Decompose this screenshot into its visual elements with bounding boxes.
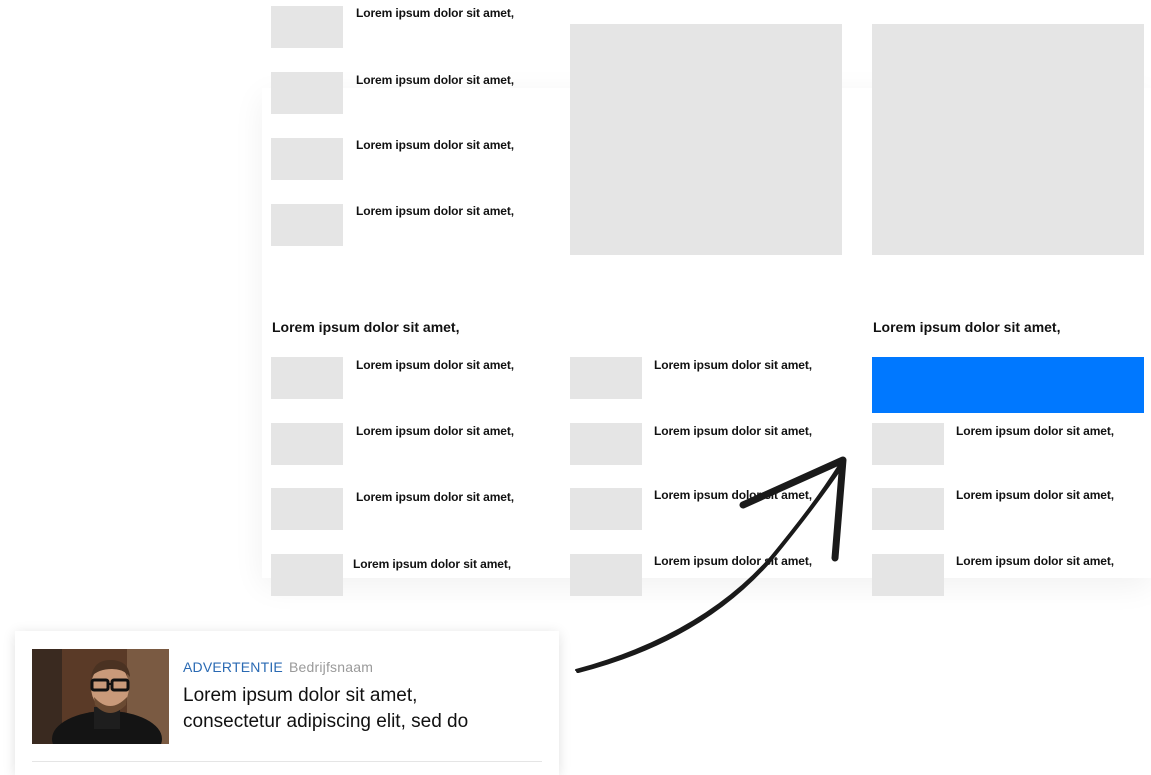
list-thumbnail[interactable] (271, 72, 343, 114)
section-heading[interactable]: Lorem ipsum dolor sit amet, (272, 319, 459, 335)
list-thumbnail[interactable] (271, 204, 343, 246)
ad-headline[interactable]: Lorem ipsum dolor sit amet, consectetur … (183, 683, 543, 735)
list-thumbnail[interactable] (271, 423, 343, 465)
list-item-title[interactable]: Lorem ipsum dolor sit amet, (356, 73, 514, 87)
ad-meta: ADVERTENTIE Bedrijfsnaam (183, 659, 373, 675)
section-heading[interactable]: Lorem ipsum dolor sit amet, (873, 319, 1060, 335)
list-item-title[interactable]: Lorem ipsum dolor sit amet, (654, 358, 812, 372)
list-item-title[interactable]: Lorem ipsum dolor sit amet, (356, 6, 514, 20)
list-item-title[interactable]: Lorem ipsum dolor sit amet, (356, 138, 514, 152)
list-thumbnail[interactable] (271, 138, 343, 180)
list-item-title[interactable]: Lorem ipsum dolor sit amet, (956, 488, 1114, 502)
list-thumbnail[interactable] (570, 554, 642, 596)
list-item-title[interactable]: Lorem ipsum dolor sit amet, (956, 424, 1114, 438)
ad-label: ADVERTENTIE (183, 659, 283, 675)
list-item-title[interactable]: Lorem ipsum dolor sit amet, (356, 358, 514, 372)
person-illustration (32, 649, 169, 744)
list-thumbnail[interactable] (872, 423, 944, 465)
list-item-title[interactable]: Lorem ipsum dolor sit amet, (654, 554, 812, 568)
list-thumbnail[interactable] (271, 6, 343, 48)
list-item-title[interactable]: Lorem ipsum dolor sit amet, (356, 204, 514, 218)
native-ad-card[interactable]: ADVERTENTIE Bedrijfsnaam Lorem ipsum dolo… (15, 631, 559, 775)
ad-headline-line[interactable]: Lorem ipsum dolor sit amet, (183, 683, 543, 709)
large-image-placeholder[interactable] (872, 24, 1144, 255)
list-item-title[interactable]: Lorem ipsum dolor sit amet, (353, 557, 511, 571)
list-item-title[interactable]: Lorem ipsum dolor sit amet, (654, 424, 812, 438)
ad-headline-line[interactable]: consectetur adipiscing elit, sed do (183, 709, 543, 735)
list-item-title[interactable]: Lorem ipsum dolor sit amet, (356, 424, 514, 438)
list-thumbnail[interactable] (872, 554, 944, 596)
list-thumbnail[interactable] (570, 488, 642, 530)
highlighted-ad-slot[interactable] (872, 357, 1144, 413)
list-thumbnail[interactable] (271, 488, 343, 530)
divider (32, 761, 542, 762)
list-thumbnail[interactable] (271, 357, 343, 399)
ad-person-image[interactable] (32, 649, 169, 744)
list-item-title[interactable]: Lorem ipsum dolor sit amet, (356, 490, 514, 504)
list-thumbnail[interactable] (271, 554, 343, 596)
list-item-title[interactable]: Lorem ipsum dolor sit amet, (654, 488, 812, 502)
large-image-placeholder[interactable] (570, 24, 842, 255)
list-item-title[interactable]: Lorem ipsum dolor sit amet, (956, 554, 1114, 568)
list-thumbnail[interactable] (570, 357, 642, 399)
list-thumbnail[interactable] (872, 488, 944, 530)
company-name[interactable]: Bedrijfsnaam (289, 659, 373, 675)
list-thumbnail[interactable] (570, 423, 642, 465)
